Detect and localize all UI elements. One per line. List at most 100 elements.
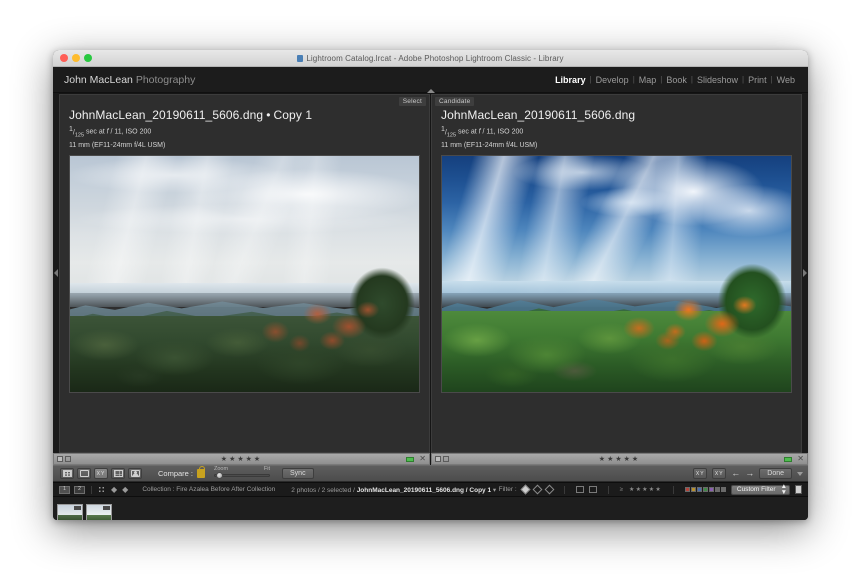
candidate-shutter: 1/125 <box>441 126 457 139</box>
people-view-icon[interactable] <box>128 468 142 479</box>
module-print[interactable]: Print <box>744 75 771 85</box>
select-copy-separator: • <box>266 108 271 122</box>
module-web[interactable]: Web <box>773 75 799 85</box>
metadata-filter-icon[interactable] <box>588 486 597 493</box>
done-button[interactable]: Done <box>759 468 792 479</box>
custom-filter-dropdown[interactable]: Custom Filter ▲ ▼ <box>730 483 790 495</box>
select-infobar-right: ✕ <box>406 455 426 463</box>
candidate-exposure-rest: sec at <box>456 128 479 136</box>
select-tag: Select <box>398 97 426 106</box>
select-copy-name: Copy 1 <box>273 108 313 122</box>
color-label-filters <box>684 487 726 492</box>
compare-view: Select JohnMacLean_20190611_5606.dng • Cop… <box>59 93 802 453</box>
attribute-filter-icon[interactable] <box>575 486 584 493</box>
zoom-slider-knob[interactable] <box>216 472 224 479</box>
filter-enable-switch[interactable] <box>795 485 802 494</box>
candidate-infobar[interactable]: ★★★★★ ✕ <box>431 453 808 465</box>
grid-page-button[interactable]: 1 <box>59 485 70 494</box>
flag-picked-icon[interactable] <box>520 484 531 495</box>
next-photo-button[interactable]: → <box>745 469 754 478</box>
navigate-forward-icon[interactable]: ◆ <box>122 485 128 494</box>
grid-dots-icon[interactable] <box>98 486 105 493</box>
second-window-button[interactable]: 2 <box>74 485 85 494</box>
module-library[interactable]: Library <box>551 75 590 85</box>
identity-plate[interactable]: John MacLean Photography <box>64 74 195 86</box>
color-swatch-blue[interactable] <box>696 487 702 492</box>
color-swatch-custom[interactable] <box>720 487 726 492</box>
make-select-button[interactable]: XY <box>712 468 727 479</box>
module-picker: Library | Develop | Map | Book | Slidesh… <box>551 75 799 85</box>
loupe-glyph <box>79 470 89 477</box>
lightroom-window: Lightroom Catalog.lrcat - Adobe Photosho… <box>53 50 808 520</box>
people-glyph <box>130 470 140 477</box>
zoom-slider[interactable]: Zoom Fit <box>214 466 271 480</box>
candidate-pane[interactable]: Candidate JohnMacLean_20190611_5606.dng … <box>431 94 802 453</box>
select-photo-before[interactable] <box>69 154 420 393</box>
color-label-chip[interactable] <box>784 456 793 462</box>
filmstrip-thumb-after[interactable] <box>86 503 112 520</box>
survey-view-icon[interactable] <box>111 468 125 479</box>
filter-rating-stars[interactable]: ★★★★★ <box>629 486 662 493</box>
photo-infobars: ★★★★★ ✕ ★★★★★ ✕ <box>53 453 808 465</box>
color-label-chip[interactable] <box>406 456 415 462</box>
reject-icon[interactable]: ✕ <box>797 455 804 463</box>
color-swatch-yellow[interactable] <box>690 487 696 492</box>
compare-view-icon[interactable]: XY <box>94 468 108 479</box>
color-swatch-red[interactable] <box>684 487 690 492</box>
zoom-label: Zoom <box>214 466 229 472</box>
selection-count: 2 photos / 2 selected / <box>291 486 357 494</box>
select-filename: JohnMacLean_20190611_5606.dng <box>69 108 264 122</box>
select-info: JohnMacLean_20190611_5606.dng • Copy 1 1/1… <box>60 95 429 151</box>
candidate-rating-stars[interactable]: ★★★★★ <box>432 456 807 463</box>
photo-azalea-secondary <box>602 306 694 364</box>
flag-unflagged-icon[interactable] <box>532 484 543 495</box>
grid-view-icon[interactable] <box>60 468 74 479</box>
select-shutter-numerator: 1 <box>69 126 73 133</box>
selection-chevron-down-icon[interactable]: ▾ <box>493 487 496 494</box>
previous-photo-button[interactable]: ← <box>731 469 740 478</box>
filter-label: Filter : <box>498 486 517 493</box>
custom-filter-label: Custom Filter <box>736 486 776 493</box>
selection-label[interactable]: 2 photos / 2 selected / JohnMacLean_2019… <box>291 486 496 494</box>
flag-rejected-icon[interactable] <box>544 484 555 495</box>
color-swatch-green[interactable] <box>702 487 708 492</box>
loupe-view-icon[interactable] <box>77 468 91 479</box>
right-panel-collapse[interactable] <box>802 93 808 453</box>
swap-photos-button[interactable]: XY <box>693 468 708 479</box>
photo-azalea-secondary <box>244 311 322 364</box>
toolbar-options-chevron-down-icon[interactable] <box>797 471 803 476</box>
select-infobar[interactable]: ★★★★★ ✕ <box>53 453 430 465</box>
module-book[interactable]: Book <box>662 75 691 85</box>
module-develop[interactable]: Develop <box>592 75 633 85</box>
select-photo-wrap <box>60 151 429 452</box>
module-slideshow[interactable]: Slideshow <box>693 75 742 85</box>
filmstrip <box>53 496 808 520</box>
candidate-shutter-numerator: 1 <box>441 126 445 133</box>
collection-label[interactable]: Collection : Fire Azalea Before After Co… <box>142 486 275 493</box>
reject-icon[interactable]: ✕ <box>419 455 426 463</box>
lock-icon[interactable] <box>197 466 206 478</box>
swap-glyph: XY <box>695 470 705 477</box>
select-pane[interactable]: Select JohnMacLean_20190611_5606.dng • Cop… <box>59 94 430 453</box>
fit-label: Fit <box>263 466 271 472</box>
compare-toolbar-label: Compare : <box>158 469 194 478</box>
select-rating-stars[interactable]: ★★★★★ <box>54 456 429 463</box>
candidate-tag: Candidate <box>435 97 475 106</box>
color-swatch-purple[interactable] <box>708 487 714 492</box>
navigate-back-icon[interactable]: ◆ <box>111 485 117 494</box>
select-exif: 1/125 sec at f / 11, ISO 200 11 mm (EF11… <box>69 125 429 151</box>
rating-operator[interactable]: ≥ <box>620 487 623 493</box>
candidate-photo-wrap <box>432 151 801 452</box>
color-swatch-none[interactable] <box>714 487 720 492</box>
filmstrip-statusbar: 1 2 ◆ ◆ Collection : Fire Azalea Before … <box>53 482 808 496</box>
candidate-photo-after[interactable] <box>441 154 792 393</box>
select-filename-row: JohnMacLean_20190611_5606.dng • Copy 1 <box>69 108 429 122</box>
identity-name: John MacLean <box>64 73 133 86</box>
candidate-shutter-denominator: 125 <box>446 132 457 139</box>
select-shutter: 1/125 <box>69 126 85 139</box>
module-map[interactable]: Map <box>635 75 661 85</box>
filmstrip-thumb-before[interactable] <box>57 503 83 520</box>
sync-button[interactable]: Sync <box>282 468 314 479</box>
identity-suffix: Photography <box>135 73 196 86</box>
candidate-lens: 11 mm (EF11-24mm f/4L USM) <box>441 141 538 149</box>
